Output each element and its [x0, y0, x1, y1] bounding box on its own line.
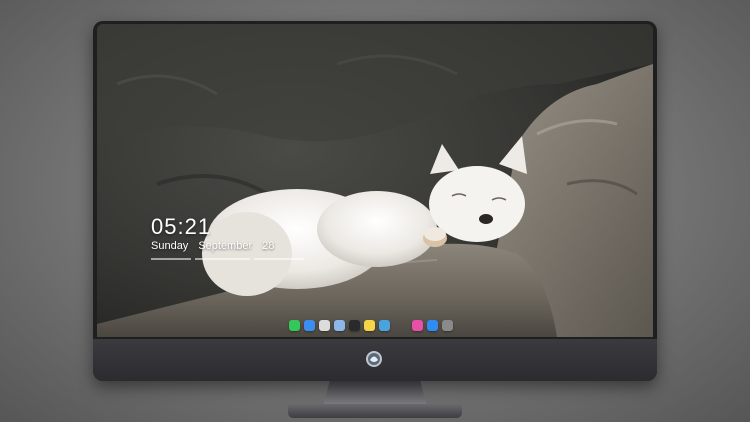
itunes-icon[interactable] — [412, 319, 423, 331]
lock-screen-weekday: Sunday — [151, 240, 189, 252]
monitor-stand-base — [288, 404, 462, 418]
finder-icon[interactable] — [304, 319, 315, 331]
messages-icon[interactable] — [289, 319, 300, 331]
lock-screen-time: 05:21 — [151, 214, 212, 239]
lock-screen-month: September — [198, 240, 253, 252]
app-store-icon[interactable] — [427, 319, 438, 331]
launchpad-icon[interactable] — [319, 319, 330, 331]
dock — [289, 317, 453, 333]
monitor-chin — [93, 339, 657, 381]
lock-screen-day: 28 — [262, 240, 275, 252]
brand-logo-icon — [366, 351, 382, 367]
wallpaper-arctic-fox — [97, 24, 653, 337]
lock-screen-subtitle-illegible — [151, 258, 304, 260]
camera-icon[interactable] — [442, 319, 453, 331]
clapper-icon[interactable] — [349, 319, 360, 331]
lock-screen-date: Sunday September 28 — [151, 240, 274, 252]
screen: 05:21 Sunday September 28 — [97, 24, 653, 337]
notes-icon[interactable] — [364, 319, 375, 331]
monitor: 05:21 Sunday September 28 — [93, 21, 657, 381]
photos-icon[interactable] — [379, 319, 390, 331]
preview-icon[interactable] — [334, 319, 345, 331]
